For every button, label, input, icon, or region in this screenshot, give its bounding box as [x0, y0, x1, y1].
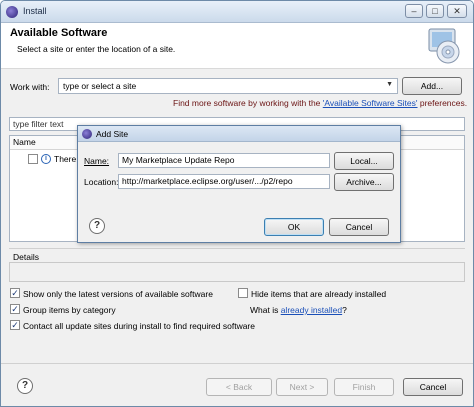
finish-button[interactable]: Finish	[334, 378, 394, 396]
location-label: Location:	[84, 177, 119, 187]
dialog-cancel-button[interactable]: Cancel	[329, 218, 389, 236]
group-by-category-label: Group items by category	[23, 305, 116, 315]
page-subtitle: Select a site or enter the location of a…	[17, 44, 176, 54]
local-button[interactable]: Local...	[334, 152, 394, 170]
work-with-value: type or select a site	[63, 81, 137, 91]
available-software-sites-link[interactable]: 'Available Software Sites'	[323, 98, 418, 108]
sash-divider[interactable]	[9, 248, 465, 249]
show-latest-label: Show only the latest versions of availab…	[23, 289, 213, 299]
ok-button[interactable]: OK	[264, 218, 324, 236]
hide-installed-checkbox[interactable]	[238, 288, 248, 298]
add-site-dialog: Add Site Name: My Marketplace Update Rep…	[77, 125, 401, 243]
next-button[interactable]: Next >	[276, 378, 328, 396]
info-icon: i	[41, 154, 51, 164]
dialog-title: Add Site	[96, 129, 129, 139]
show-latest-checkbox[interactable]: ✓	[10, 288, 20, 298]
group-by-category-checkbox[interactable]: ✓	[10, 304, 20, 314]
minimize-button[interactable]: –	[405, 4, 423, 18]
back-button[interactable]: < Back	[206, 378, 272, 396]
contact-sites-label: Contact all update sites during install …	[23, 321, 255, 331]
list-item-checkbox[interactable]	[28, 154, 38, 164]
window-title: Install	[23, 6, 47, 16]
dialog-help-icon[interactable]: ?	[89, 218, 105, 234]
add-button[interactable]: Add...	[402, 77, 462, 95]
what-is-installed-text: What is already installed?	[250, 305, 347, 315]
software-cd-icon	[428, 28, 460, 64]
hide-installed-label: Hide items that are already installed	[251, 289, 387, 299]
contact-sites-checkbox[interactable]: ✓	[10, 320, 20, 330]
maximize-button[interactable]: □	[426, 4, 444, 18]
install-window: Install – □ ✕ Available Software Select …	[0, 0, 474, 407]
cancel-button[interactable]: Cancel	[403, 378, 463, 396]
footer-divider	[1, 363, 473, 364]
title-bar: Install – □ ✕	[1, 1, 473, 23]
details-label: Details	[13, 252, 39, 262]
work-with-combo[interactable]: type or select a site ▼	[58, 78, 398, 94]
dialog-title-bar: Add Site	[78, 126, 400, 142]
details-area	[9, 262, 465, 282]
wizard-header: Available Software Select a site or ente…	[1, 23, 473, 69]
already-installed-link[interactable]: already installed	[281, 305, 342, 315]
chevron-down-icon: ▼	[386, 81, 393, 88]
location-field[interactable]: http://marketplace.eclipse.org/user/.../…	[118, 174, 330, 189]
help-icon[interactable]: ?	[17, 378, 33, 394]
work-with-label: Work with:	[10, 82, 50, 92]
eclipse-icon	[82, 129, 92, 139]
name-label: Name:	[84, 156, 110, 166]
eclipse-icon	[6, 6, 18, 18]
close-button[interactable]: ✕	[447, 4, 467, 18]
page-title: Available Software	[10, 27, 108, 39]
archive-button[interactable]: Archive...	[334, 173, 394, 191]
find-more-text: Find more software by working with the '…	[173, 98, 468, 108]
name-field[interactable]: My Marketplace Update Repo	[118, 153, 330, 168]
